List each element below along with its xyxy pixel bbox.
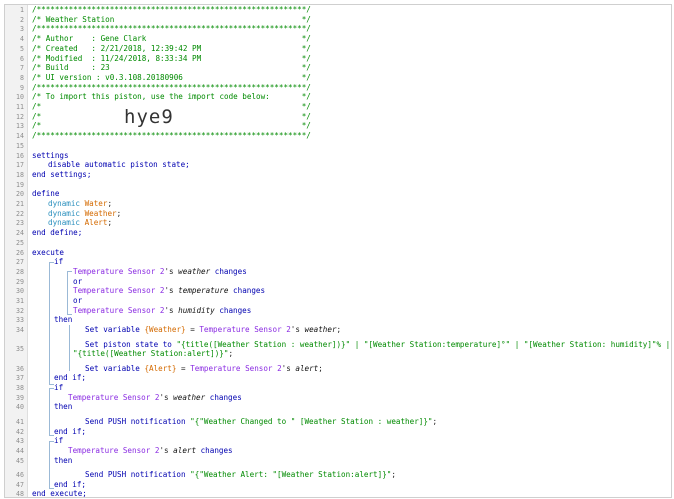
line-number: 15 — [16, 141, 24, 150]
line-number: 27 — [16, 258, 24, 267]
line-number: 41 — [16, 417, 24, 426]
line-number: 36 — [16, 364, 24, 373]
line-number: 34 — [16, 326, 24, 335]
line-number: 10 — [16, 93, 24, 102]
kw-settings: settings — [32, 150, 69, 160]
line-number-gutter: 1 2 3 4 5 6 7 8 9 10 11 12 13 14 15 16 17 18 19 20 21 22 23 24 2… — [5, 5, 28, 497]
set-weather-var: Set variable {Weather} = Temperature Sen… — [85, 325, 342, 335]
line-number: 7 — [20, 64, 24, 73]
line-number: 38 — [16, 384, 24, 392]
code-editor: 1 2 3 4 5 6 7 8 9 10 11 12 13 14 15 16 17 18 19 20 21 22 23 24 2… — [4, 4, 672, 498]
line-number: 44 — [16, 446, 24, 455]
define-alert: dynamic Alert; — [48, 218, 113, 228]
line-number: 16 — [16, 151, 24, 160]
line-number: 23 — [16, 219, 24, 228]
kw-or-2: or — [73, 296, 83, 305]
line-number: 40 — [16, 403, 24, 412]
kw-then-1: then — [54, 315, 73, 325]
line-number: 18 — [16, 170, 24, 179]
kw-then-3: then — [54, 455, 73, 465]
line-number: 2 — [20, 15, 24, 24]
cond-temperature: Temperature Sensor 2's temperature chang… — [73, 286, 266, 296]
line-number: 31 — [16, 297, 24, 305]
kw-end-if-2: end if; — [54, 426, 87, 436]
line-number: 29 — [16, 277, 24, 286]
line-number: 6 — [20, 54, 24, 63]
line-number: 5 — [20, 44, 24, 53]
line-number: 13 — [16, 122, 24, 131]
kw-then-2: then — [54, 402, 73, 412]
line-number: 33 — [16, 316, 24, 325]
line-number: 28 — [16, 267, 24, 276]
set-piston-state-1: Set piston state to "{title([Weather Sta… — [85, 339, 671, 349]
header-line-8: /* UI version : v0.3.108.20180906 */ — [32, 72, 311, 82]
header-line-6: /* Modified : 11/24/2018, 8:33:34 PM */ — [32, 53, 311, 63]
cond-alert: Temperature Sensor 2's alert changes — [68, 445, 233, 455]
line-number: 24 — [16, 229, 24, 238]
cond-humidity: Temperature Sensor 2's humidity changes — [73, 305, 252, 315]
line-number: 42 — [16, 427, 24, 436]
cond-weather: Temperature Sensor 2's weather changes — [73, 266, 247, 276]
line-number: 12 — [16, 112, 24, 121]
line-number: 32 — [16, 306, 24, 315]
kw-if-3: if — [54, 436, 64, 446]
push-weather: Send PUSH notification "{"Weather Change… — [85, 416, 438, 426]
header-line-7: /* Build : 23 */ — [32, 63, 311, 73]
line-number: 8 — [20, 73, 24, 82]
kw-or-1: or — [73, 276, 83, 286]
line-number: 19 — [16, 180, 24, 189]
header-line-9: /***************************************… — [32, 82, 311, 92]
set-piston-state-2: "{title([Weather Station:alert])}"; — [73, 349, 234, 359]
line-number: 4 — [20, 35, 24, 44]
line-number: 22 — [16, 209, 24, 218]
line-number: 14 — [16, 132, 24, 141]
line-number: 25 — [16, 238, 24, 247]
kw-disable-state: disable automatic piston state; — [48, 160, 190, 170]
line-number: 45 — [16, 456, 24, 465]
line-number: 35 — [16, 345, 24, 354]
set-alert-var: Set variable {Alert} = Temperature Senso… — [85, 363, 323, 373]
define-water: dynamic Water; — [48, 199, 113, 208]
kw-execute: execute — [32, 247, 65, 257]
kw-end-define: end define; — [32, 228, 83, 238]
header-line-10: /* To import this piston, use the import… — [32, 92, 311, 102]
line-number: 37 — [16, 374, 24, 383]
define-weather: dynamic Weather; — [48, 208, 122, 218]
line-number: 48 — [16, 490, 24, 498]
header-line-1: /***************************************… — [32, 5, 311, 14]
cond-weather-2: Temperature Sensor 2's weather changes — [68, 392, 242, 402]
header-line-14: /***************************************… — [32, 131, 311, 141]
import-code[interactable]: hye9 — [124, 106, 174, 128]
code-area: /***************************************… — [27, 5, 671, 497]
line-number: 30 — [16, 287, 24, 296]
condition-group-bracket — [67, 271, 72, 315]
line-number: 46 — [16, 471, 24, 479]
line-number: 21 — [16, 200, 24, 208]
header-line-4: /* Author : Gene Clark */ — [32, 34, 311, 44]
line-number: 43 — [16, 437, 24, 446]
header-line-3: /***************************************… — [32, 24, 311, 34]
kw-end-if-3: end if; — [54, 479, 87, 489]
line-number: 1 — [20, 6, 24, 14]
kw-end-if-1: end if; — [54, 373, 87, 383]
kw-define: define — [32, 189, 60, 199]
line-number: 11 — [16, 103, 24, 111]
line-number: 26 — [16, 248, 24, 257]
line-number: 9 — [20, 83, 24, 92]
kw-if-1: if — [54, 257, 64, 267]
line-number: 20 — [16, 190, 24, 199]
line-number: 3 — [20, 25, 24, 34]
kw-if-2: if — [54, 383, 64, 392]
header-line-2: /* Weather Station */ — [32, 14, 311, 24]
line-number: 17 — [16, 161, 24, 170]
kw-end-execute: end execute; — [32, 489, 87, 498]
kw-end-settings: end settings; — [32, 169, 92, 179]
push-alert: Send PUSH notification "{"Weather Alert:… — [85, 470, 396, 479]
line-number: 39 — [16, 393, 24, 402]
line-number: 47 — [16, 480, 24, 489]
then-guide-1 — [69, 325, 70, 371]
header-line-5: /* Created : 2/21/2018, 12:39:42 PM */ — [32, 43, 311, 53]
